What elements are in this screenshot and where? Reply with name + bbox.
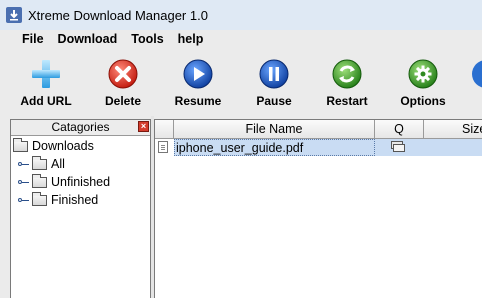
folder-icon [32, 173, 47, 188]
title-bar: Xtreme Download Manager 1.0 [0, 0, 482, 30]
resume-label: Resume [174, 94, 222, 108]
queue-icon [391, 141, 405, 152]
menu-tools[interactable]: Tools [125, 32, 169, 46]
file-name-cell: iphone_user_guide.pdf [174, 139, 375, 156]
gear-icon [408, 59, 438, 89]
plus-icon [32, 60, 60, 88]
restart-icon [332, 59, 362, 89]
column-header-q[interactable]: Q [375, 120, 424, 139]
tree-handle-icon[interactable] [18, 196, 29, 205]
restart-label: Restart [326, 94, 368, 108]
download-table: File Name Q Size iphone_user_guide.pdf [154, 119, 482, 298]
column-header-size[interactable]: Size [424, 120, 482, 139]
tree-label-all: All [51, 157, 65, 171]
pause-label: Pause [256, 94, 292, 108]
window-title: Xtreme Download Manager 1.0 [28, 7, 208, 23]
pause-button[interactable]: Pause [237, 54, 311, 112]
column-header-icon[interactable] [155, 120, 174, 139]
categories-panel: Catagories × Downloads All Unfinished Fi… [10, 119, 151, 298]
delete-label: Delete [104, 94, 142, 108]
categories-header: Catagories × [11, 120, 150, 136]
close-panel-button[interactable]: × [138, 121, 149, 132]
tree-node-all[interactable]: All [18, 155, 65, 173]
more-tool-icon [472, 60, 482, 88]
delete-icon [108, 59, 138, 89]
table-row[interactable]: iphone_user_guide.pdf [155, 139, 482, 156]
folder-icon [32, 155, 47, 170]
app-download-icon [6, 7, 22, 23]
row-icon-cell [155, 139, 174, 156]
categories-title: Catagories [51, 120, 110, 134]
tree-handle-icon[interactable] [18, 178, 29, 187]
tree-node-unfinished[interactable]: Unfinished [18, 173, 110, 191]
tree-node-finished[interactable]: Finished [18, 191, 98, 209]
tree-label-finished: Finished [51, 193, 99, 207]
options-label: Options [400, 94, 446, 108]
pause-icon [259, 59, 289, 89]
menu-file[interactable]: File [16, 32, 50, 46]
more-tool-partial[interactable] [470, 58, 482, 112]
size-cell [424, 139, 482, 156]
delete-button[interactable]: Delete [86, 54, 160, 112]
column-header-file-name[interactable]: File Name [174, 120, 375, 139]
options-button[interactable]: Options [386, 54, 460, 112]
menu-help[interactable]: help [172, 32, 210, 46]
menu-bar: File Download Tools help [0, 30, 482, 48]
document-icon [158, 141, 168, 153]
tree-label-downloads: Downloads [32, 139, 94, 153]
restart-button[interactable]: Restart [310, 54, 384, 112]
resume-button[interactable]: Resume [161, 54, 235, 112]
folder-icon [13, 137, 28, 152]
play-icon [183, 59, 213, 89]
menu-download[interactable]: Download [52, 32, 124, 46]
add-url-button[interactable]: Add URL [9, 54, 83, 112]
tree-label-unfinished: Unfinished [51, 175, 111, 189]
tree-handle-icon[interactable] [18, 160, 29, 169]
tree-node-downloads[interactable]: Downloads [13, 137, 94, 155]
toolbar: Add URL Delete Resume Pause Restart Opti… [0, 48, 482, 116]
folder-icon [32, 191, 47, 206]
category-tree: Downloads All Unfinished Finished [11, 136, 150, 298]
queue-cell [375, 139, 424, 156]
add-url-label: Add URL [20, 94, 72, 108]
